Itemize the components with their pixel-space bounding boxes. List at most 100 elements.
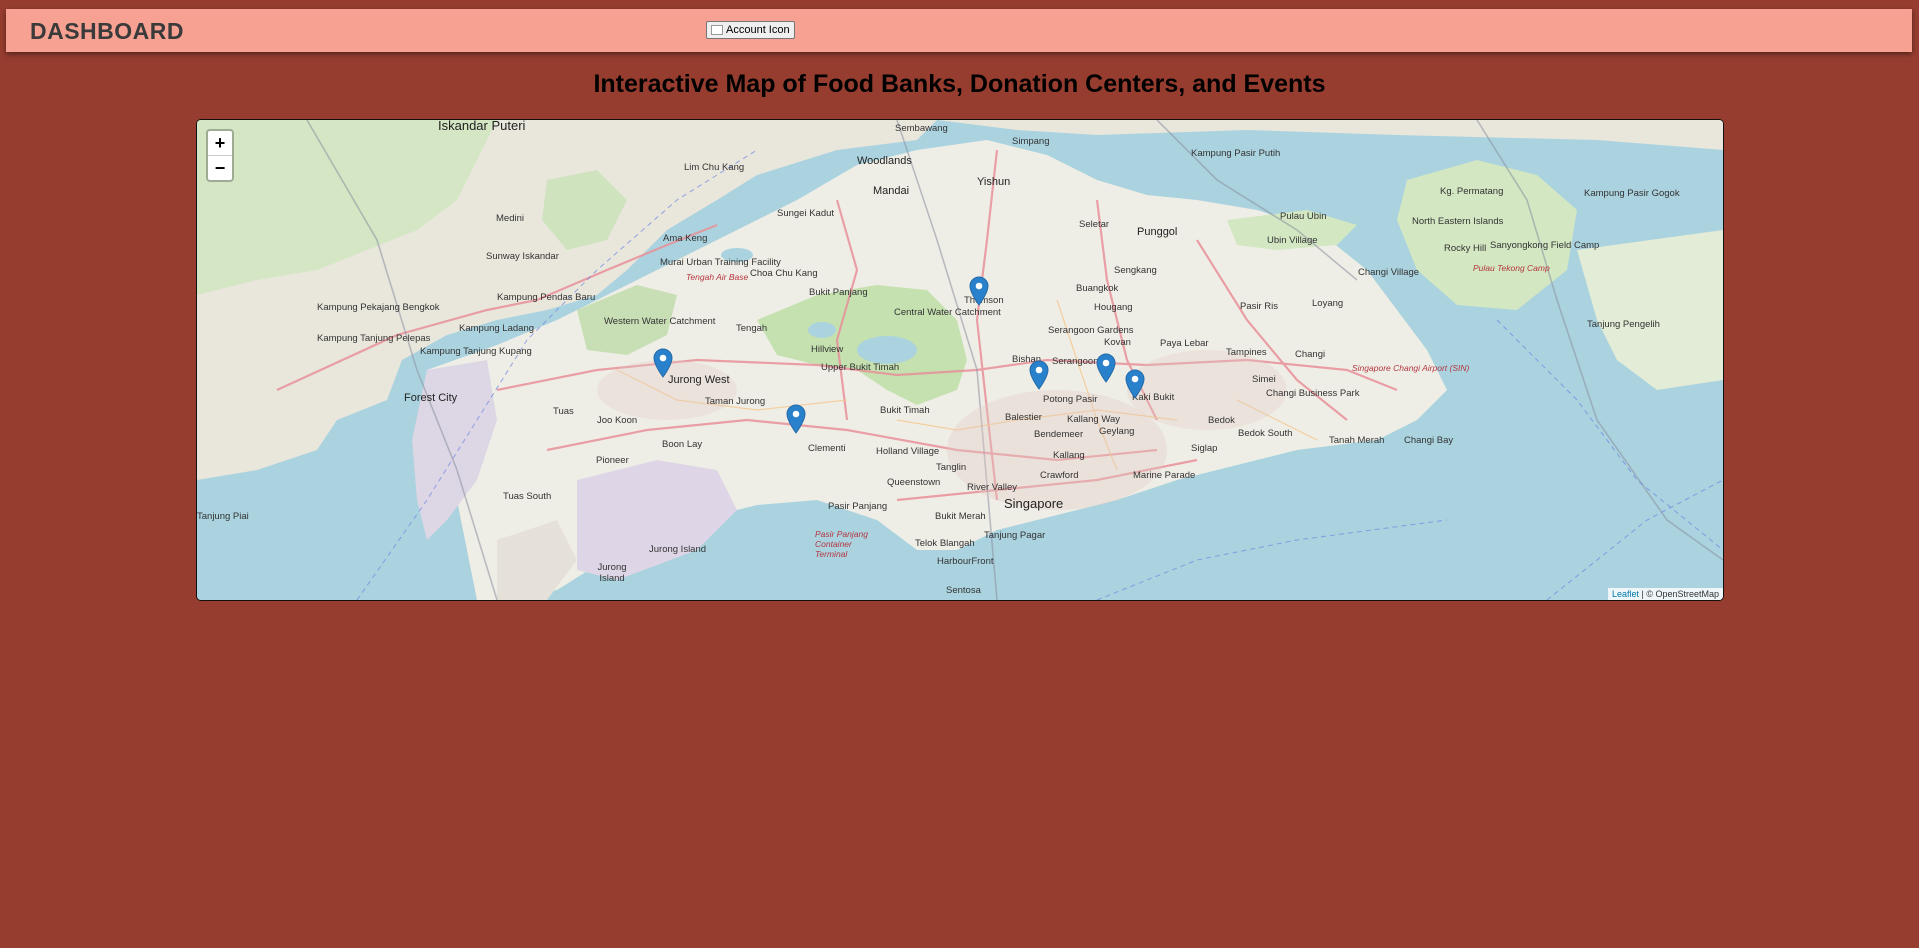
map-marker-icon[interactable] bbox=[1125, 369, 1145, 399]
map-label: Bedok bbox=[1208, 415, 1235, 426]
account-button-label: Account Icon bbox=[726, 24, 790, 36]
map-label: Clementi bbox=[808, 443, 846, 454]
map-label: Bendemeer bbox=[1034, 429, 1084, 440]
map-label: Tanah Merah bbox=[1329, 435, 1385, 446]
map-label: Kampung Pasir Putih bbox=[1191, 148, 1281, 159]
map-label: Pasir Panjang Container Terminal bbox=[815, 529, 868, 559]
top-navbar: DASHBOARD Account Icon bbox=[6, 9, 1912, 52]
map-label: Paya Lebar bbox=[1160, 338, 1209, 349]
map-label: Yishun bbox=[977, 176, 1011, 188]
map-label: Sembawang bbox=[895, 123, 948, 134]
map-label: Pulau Ubin bbox=[1280, 211, 1327, 222]
zoom-control: + − bbox=[206, 129, 234, 182]
map-marker-icon[interactable] bbox=[653, 348, 673, 378]
map-label: Rocky Hill bbox=[1444, 243, 1487, 254]
map-label: Tengah Air Base bbox=[686, 272, 749, 282]
map-label: Hougang bbox=[1094, 302, 1133, 313]
map-label: Tanjung Piai bbox=[197, 511, 249, 522]
map-label: Queenstown bbox=[887, 477, 941, 488]
map-label: Kampung Pendas Baru bbox=[497, 292, 596, 303]
map-label: Marine Parade bbox=[1133, 470, 1196, 481]
map-marker-icon[interactable] bbox=[1029, 360, 1049, 390]
page-title: Interactive Map of Food Banks, Donation … bbox=[593, 70, 1326, 98]
map-label: Pasir Panjang bbox=[828, 501, 888, 512]
map-label: Ubin Village bbox=[1267, 235, 1318, 246]
map-label: Kampung Ladang bbox=[459, 323, 535, 334]
map-label: Bedok South bbox=[1238, 428, 1293, 439]
map-label: HarbourFront bbox=[937, 556, 994, 567]
map-label: Siglap bbox=[1191, 443, 1218, 454]
map-label: Kg. Permatang bbox=[1440, 186, 1504, 197]
account-button[interactable]: Account Icon bbox=[706, 21, 795, 39]
map-label: Kampung Tanjung Kupang bbox=[420, 346, 532, 357]
map-label: Seletar bbox=[1079, 219, 1110, 230]
map-label: North Eastern Islands bbox=[1412, 216, 1504, 227]
map-label: Holland Village bbox=[876, 446, 940, 457]
map-label: Kampung Pasir Gogok bbox=[1584, 188, 1680, 199]
map-label: Jurong West bbox=[668, 374, 730, 386]
map-label: Simpang bbox=[1012, 136, 1050, 147]
map-label: Central Water Catchment bbox=[894, 307, 1001, 318]
dashboard-brand[interactable]: DASHBOARD bbox=[30, 18, 184, 45]
map-label: Changi bbox=[1295, 349, 1326, 360]
zoom-out-button[interactable]: − bbox=[208, 155, 232, 180]
map-label: Taman Jurong bbox=[705, 396, 766, 407]
map-label: Singapore bbox=[1004, 496, 1064, 511]
map-marker-icon[interactable] bbox=[969, 276, 989, 306]
map-attribution: Leaflet | © OpenStreetMap bbox=[1607, 588, 1723, 600]
map-label: Changi Village bbox=[1358, 267, 1420, 278]
map-label: Choa Chu Kang bbox=[750, 268, 818, 279]
map-marker-icon[interactable] bbox=[786, 404, 806, 434]
map-label: Bukit Merah bbox=[935, 511, 986, 522]
map-label: Ama Keng bbox=[663, 233, 708, 244]
map-label: Boon Lay bbox=[662, 439, 703, 450]
map-label: Changi Bay bbox=[1404, 435, 1454, 446]
map-label: Crawford bbox=[1040, 470, 1079, 481]
map-label: Buangkok bbox=[1076, 283, 1119, 294]
map-label: Changi Business Park bbox=[1266, 388, 1360, 399]
map-label: Punggol bbox=[1137, 226, 1178, 238]
map-label: Serangoon bbox=[1052, 356, 1099, 367]
map-label: River Valley bbox=[967, 482, 1017, 493]
map-label: Sunway Iskandar bbox=[486, 251, 559, 262]
map-label: Hillview bbox=[811, 344, 844, 355]
map-label: Murai Urban Training Facility bbox=[660, 257, 781, 268]
map-label: Tampines bbox=[1226, 347, 1267, 358]
map-label: Simei bbox=[1252, 374, 1276, 385]
map-label: Tengah bbox=[736, 323, 768, 334]
map-marker-icon[interactable] bbox=[1096, 353, 1116, 383]
map-label: Tuas bbox=[553, 406, 574, 417]
map-label: Pasir Ris bbox=[1240, 301, 1279, 312]
broken-image-icon bbox=[711, 25, 723, 35]
map-label: Forest City bbox=[404, 392, 458, 404]
map-label: Tuas South bbox=[503, 491, 552, 502]
map-label: Geylang bbox=[1099, 426, 1135, 437]
map-label: Tanglin bbox=[936, 462, 967, 473]
map-label: Woodlands bbox=[857, 155, 912, 167]
map-label: Kallang Way bbox=[1067, 414, 1120, 425]
map-label: Singapore Changi Airport (SIN) bbox=[1352, 363, 1470, 373]
map-label: Western Water Catchment bbox=[604, 316, 716, 327]
map-label: Tanjung Pengelih bbox=[1587, 319, 1660, 330]
map-label: Joo Koon bbox=[597, 415, 638, 426]
map-label: Bukit Panjang bbox=[809, 287, 868, 298]
interactive-map[interactable]: Iskandar Puteri Sembawang Simpang Woodla… bbox=[196, 119, 1724, 601]
map-label: Pulau Tekong Camp bbox=[1473, 263, 1550, 273]
map-label: Kampung Tanjung Pelepas bbox=[317, 333, 431, 344]
map-label: Potong Pasir bbox=[1043, 394, 1098, 405]
map-label: Sengkang bbox=[1114, 265, 1157, 276]
map-label: Sungei Kadut bbox=[777, 208, 835, 219]
map-label: Jurong Island bbox=[597, 562, 627, 584]
map-label: Balestier bbox=[1005, 412, 1042, 423]
map-label: Bukit Timah bbox=[880, 405, 930, 416]
attribution-text: | © OpenStreetMap bbox=[1638, 589, 1719, 599]
map-label: Lim Chu Kang bbox=[684, 162, 745, 173]
map-label: Kovan bbox=[1104, 337, 1131, 348]
map-label: Sanyongkong Field Camp bbox=[1490, 240, 1600, 251]
map-label: Jurong Island bbox=[649, 544, 707, 555]
map-label: Mandai bbox=[873, 185, 910, 197]
map-label: Serangoon Gardens bbox=[1048, 325, 1134, 336]
map-label: Kampung Pekajang Bengkok bbox=[317, 302, 440, 313]
zoom-in-button[interactable]: + bbox=[208, 131, 232, 155]
leaflet-link[interactable]: Leaflet bbox=[1612, 589, 1639, 599]
